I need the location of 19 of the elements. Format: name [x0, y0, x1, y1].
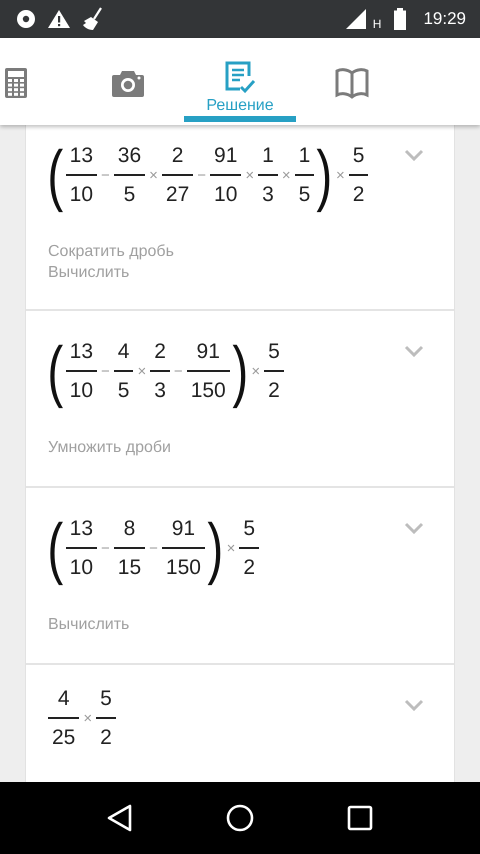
- math-expression: 4 25 × 5 2: [48, 687, 116, 750]
- home-icon[interactable]: [226, 804, 254, 832]
- signal-icon: [344, 8, 367, 30]
- warning-icon: [47, 9, 71, 29]
- step-hint[interactable]: Вычислить: [48, 614, 432, 635]
- book-icon: [335, 66, 369, 98]
- disc-icon: [16, 9, 36, 29]
- checked-document-icon: [224, 60, 256, 94]
- recents-icon[interactable]: [347, 805, 374, 831]
- broom-icon: [82, 7, 104, 31]
- step-hint[interactable]: Вычислить: [48, 262, 432, 283]
- clock: 19:29: [423, 9, 466, 29]
- battery-icon: [393, 8, 408, 30]
- camera-icon: [112, 68, 144, 96]
- step-hint[interactable]: Сократить дробь: [48, 241, 432, 262]
- calculator-icon: [5, 68, 27, 98]
- back-icon[interactable]: [106, 804, 133, 832]
- step-hint[interactable]: Умножить дроби: [48, 437, 432, 458]
- network-type: H: [372, 17, 382, 31]
